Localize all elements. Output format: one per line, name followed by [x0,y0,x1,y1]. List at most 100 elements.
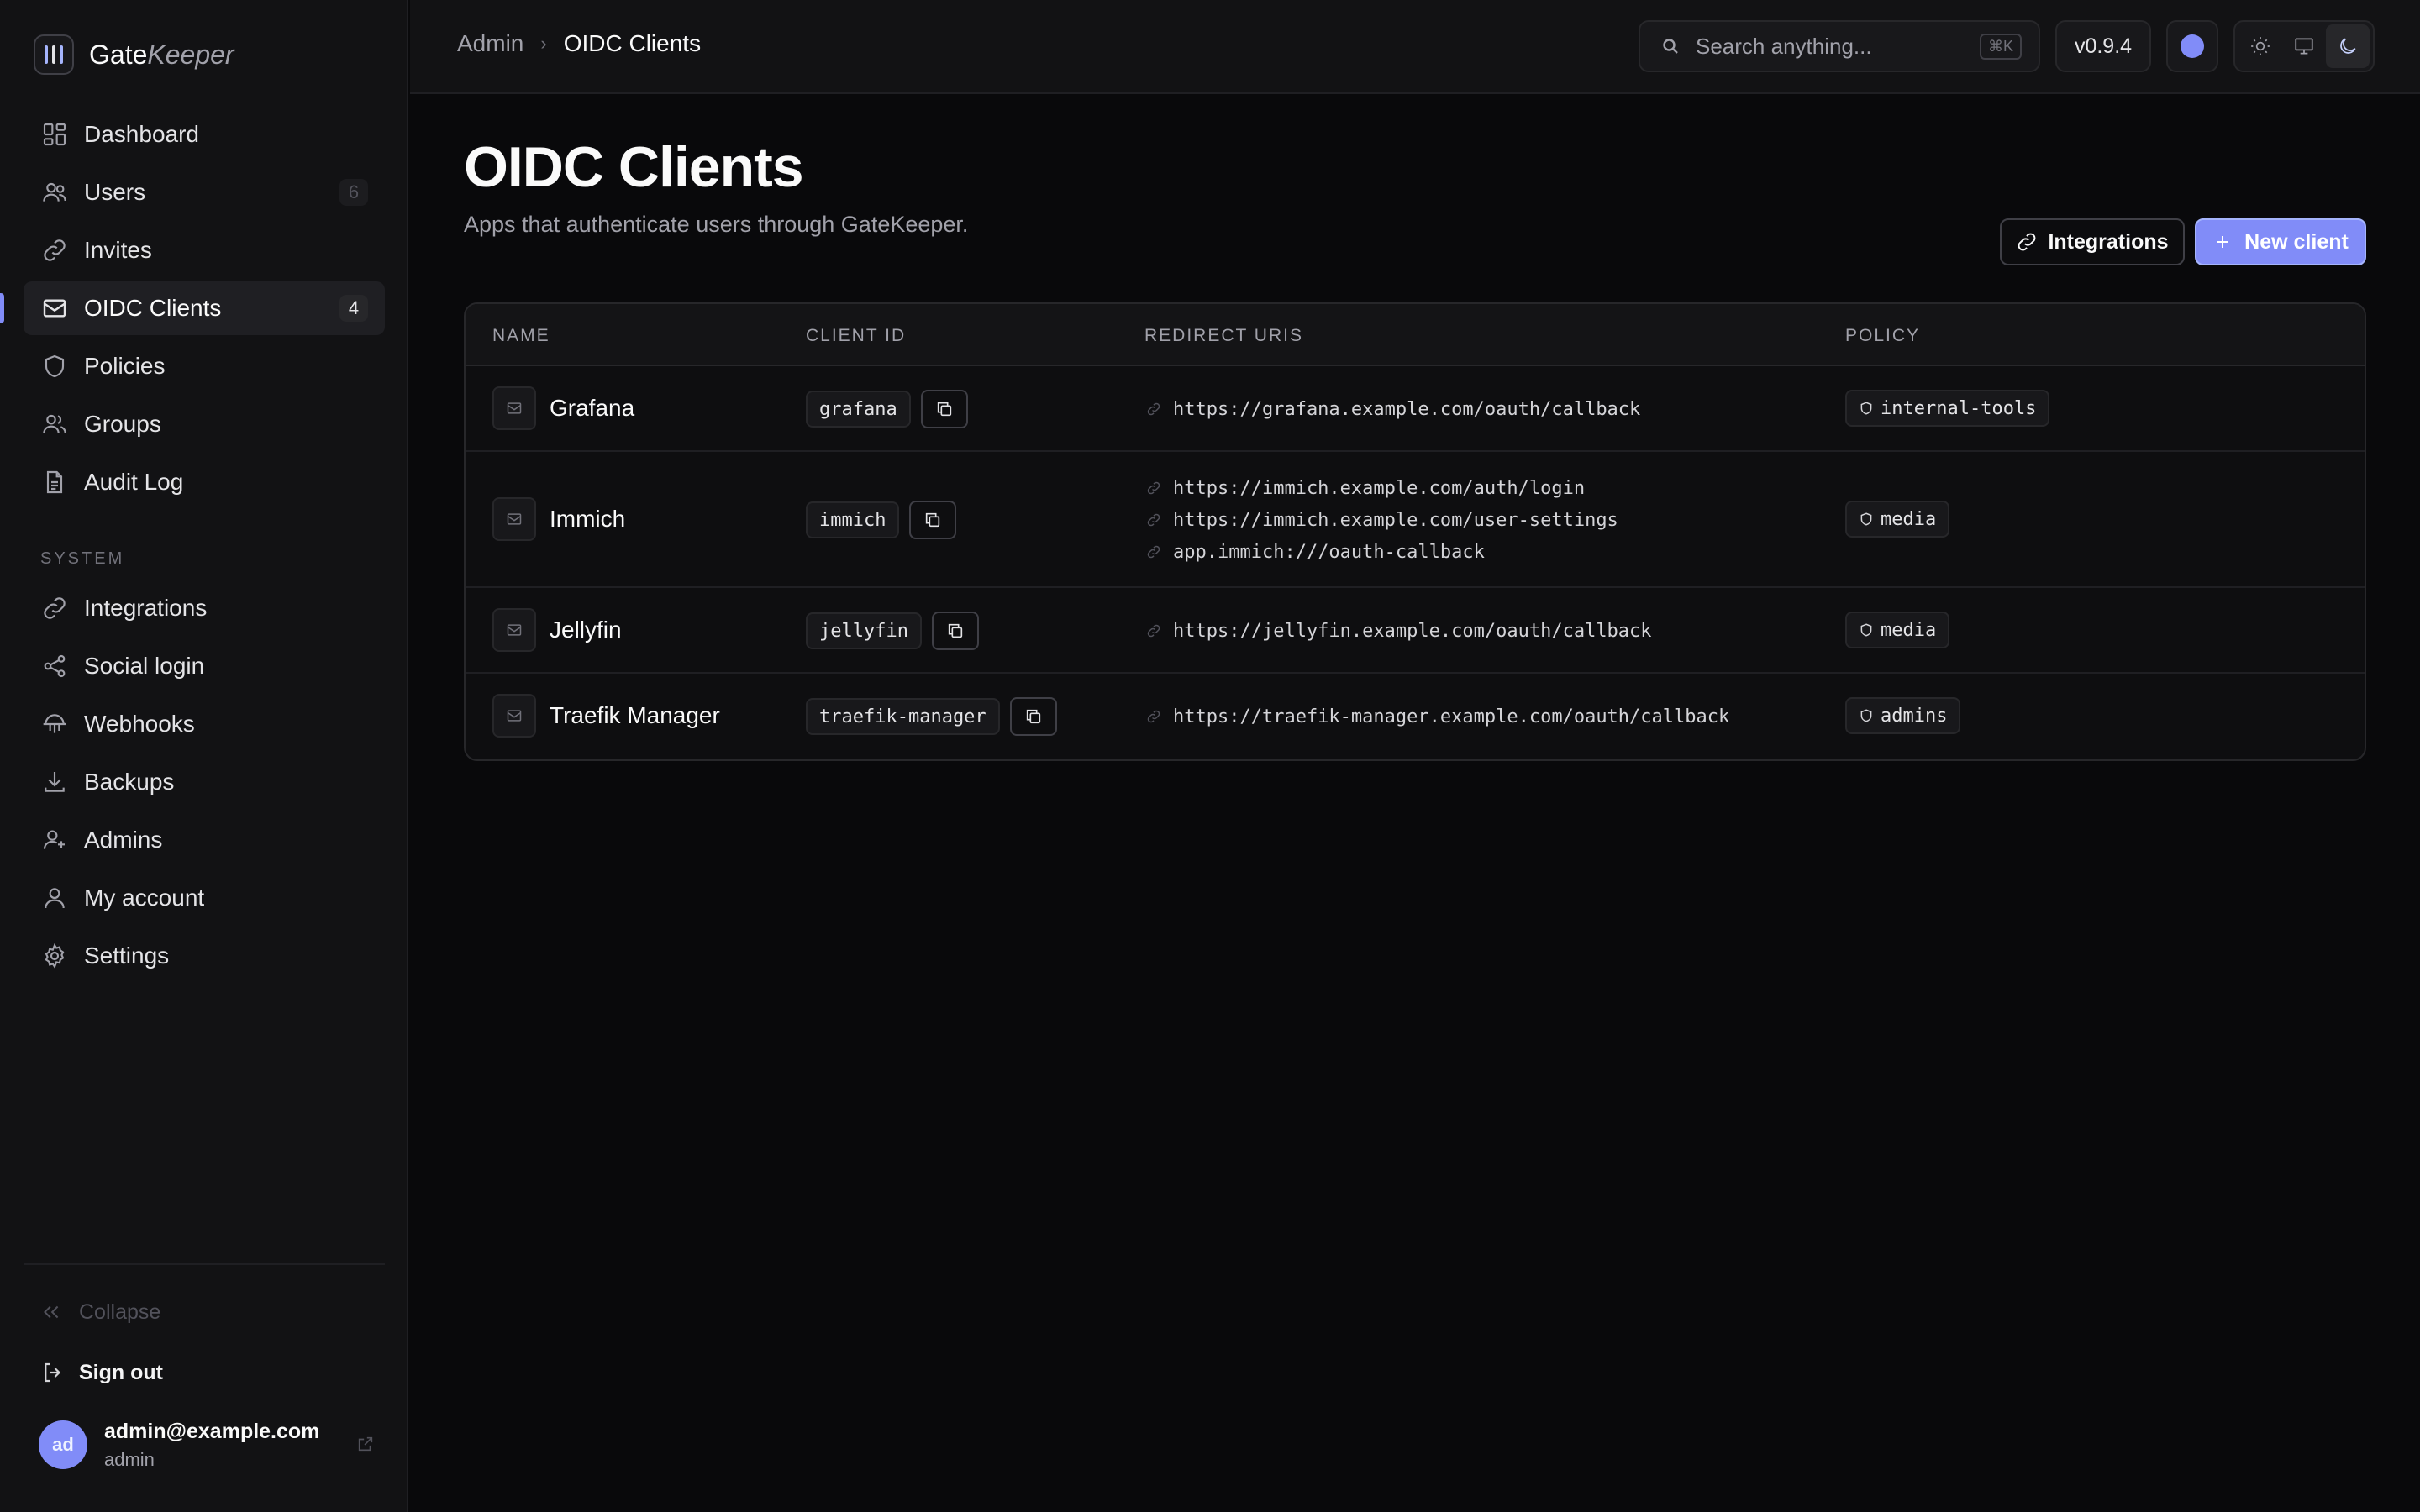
redirect-uri-text: app.immich:///oauth-callback [1173,541,1485,563]
user-icon [40,884,69,912]
page-subtitle: Apps that authenticate users through Gat… [464,212,969,237]
sidebar-item-label: Social login [84,653,205,679]
copy-client-id-button[interactable] [931,612,979,650]
link-icon [1147,545,1160,559]
copy-client-id-button[interactable] [1009,697,1057,736]
policy-badge[interactable]: internal-tools [1845,390,2050,427]
webhook-icon [40,710,69,738]
new-client-button[interactable]: New client [2195,218,2366,265]
plus-icon [2217,236,2229,248]
sun-icon [2251,37,2270,55]
users-icon [40,178,69,207]
client-name[interactable]: Grafana [550,395,634,422]
sidebar-item-label: Policies [84,353,166,379]
client-name[interactable]: Traefik Manager [550,702,720,729]
sidebar-item-invites[interactable]: Invites [24,223,385,277]
shield-icon [1860,709,1872,722]
column-header-policy: POLICY [1845,326,1921,345]
copy-icon [1026,709,1040,724]
page-title: OIDC Clients [464,135,804,199]
link-icon [2018,233,2036,251]
redirect-uri-list: https://traefik-manager.example.com/oaut… [1146,701,1729,732]
integrations-button-label: Integrations [2048,229,2169,254]
search-box[interactable]: ⌘K [1639,20,2040,72]
sidebar-item-audit-log[interactable]: Audit Log [24,455,385,509]
external-link-icon[interactable] [356,1435,375,1453]
main-nav: Dashboard Users 6 Invites OIDC Clients 4… [0,108,385,513]
sidebar-item-policies[interactable]: Policies [24,339,385,393]
policy-badge[interactable]: media [1845,501,1950,538]
table-row[interactable]: Immich immich https://immich.example.com… [466,452,2365,588]
policy-name: media [1881,508,1937,530]
redirect-uri-text: https://jellyfin.example.com/oauth/callb… [1173,620,1652,642]
sidebar-item-settings[interactable]: Settings [24,929,385,983]
dashboard-icon [40,120,69,149]
link-icon [1147,513,1160,527]
double-chevron-left-icon [44,1305,59,1319]
integrations-button[interactable]: Integrations [2000,218,2185,265]
client-name[interactable]: Jellyfin [550,617,622,643]
accent-color-button[interactable] [2166,20,2218,72]
groups-icon [40,410,69,438]
sidebar-item-integrations[interactable]: Integrations [24,581,385,635]
sidebar-item-admins[interactable]: Admins [24,813,385,867]
collapse-button[interactable]: Collapse [40,1294,160,1331]
client-name[interactable]: Immich [550,506,625,533]
policy-badge[interactable]: media [1845,612,1950,648]
theme-switcher [2233,20,2375,72]
sidebar-item-label: Backups [84,769,175,795]
sidebar-item-dashboard[interactable]: Dashboard [24,108,385,161]
brand[interactable]: GateKeeper [34,34,234,76]
shield-icon [1860,623,1872,637]
document-icon [40,468,69,496]
link-icon [40,594,69,622]
user-profile[interactable]: ad admin@example.com admin [39,1418,375,1472]
client-id-chip: traefik-manager [806,698,1000,735]
version-badge[interactable]: v0.9.4 [2055,20,2151,72]
brand-name: GateKeeper [89,39,234,71]
sign-out-button[interactable]: Sign out [40,1354,163,1391]
sidebar-item-label: Webhooks [84,711,195,737]
users-count-badge: 6 [339,179,368,206]
client-id-chip: grafana [806,391,911,428]
sign-out-icon [45,1362,61,1383]
gear-icon [40,942,69,970]
policy-badge[interactable]: admins [1845,697,1961,734]
sidebar-item-groups[interactable]: Groups [24,397,385,451]
table-row[interactable]: Traefik Manager traefik-manager https://… [466,674,2365,759]
table-row[interactable]: Grafana grafana https://grafana.example.… [466,366,2365,452]
user-role: admin [104,1448,155,1470]
copy-icon [948,623,963,638]
policy-name: media [1881,619,1937,641]
sidebar-item-my-account[interactable]: My account [24,871,385,925]
breadcrumb-admin[interactable]: Admin [457,30,523,57]
dark-theme-button[interactable] [2326,24,2370,68]
redirect-uri: https://jellyfin.example.com/oauth/callb… [1146,615,1652,647]
sidebar-item-label: OIDC Clients [84,295,222,321]
redirect-uri: https://immich.example.com/auth/login [1146,472,1618,504]
search-icon [1663,39,1678,54]
breadcrumb-current: OIDC Clients [563,30,702,56]
oidc-clients-table: NAME CLIENT ID REDIRECT URIS POLICY Graf… [464,302,2366,761]
sidebar-item-social-login[interactable]: Social login [24,639,385,693]
copy-client-id-button[interactable] [909,501,957,539]
policy-name: internal-tools [1881,397,2037,419]
redirect-uri-text: https://immich.example.com/user-settings [1173,509,1618,531]
share-icon [40,652,69,680]
search-input[interactable] [1696,33,1980,60]
sidebar-item-webhooks[interactable]: Webhooks [24,697,385,751]
table-row[interactable]: Jellyfin jellyfin https://jellyfin.examp… [466,588,2365,674]
sidebar-divider [24,1263,385,1265]
link-icon [1147,481,1160,495]
sidebar-item-oidc-clients[interactable]: OIDC Clients 4 [0,281,385,335]
system-theme-button[interactable] [2282,24,2326,68]
sidebar-item-label: Audit Log [84,469,184,495]
sidebar-item-label: Invites [84,237,152,263]
monitor-icon [2295,38,2313,55]
redirect-uri-text: https://grafana.example.com/oauth/callba… [1173,398,1641,420]
copy-icon [937,402,951,417]
copy-client-id-button[interactable] [920,390,968,428]
sidebar-item-backups[interactable]: Backups [24,755,385,809]
light-theme-button[interactable] [2238,24,2282,68]
sidebar-item-users[interactable]: Users 6 [24,165,385,219]
